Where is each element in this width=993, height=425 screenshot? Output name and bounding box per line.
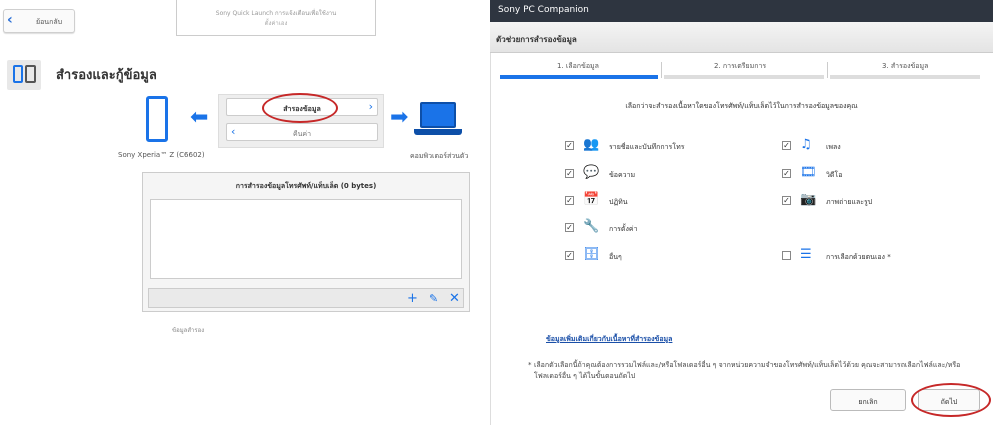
cutoff-text: ข้อมูลสำรอง (172, 327, 205, 334)
computer-label: คอมพิวเตอร์ส่วนตัว (410, 152, 469, 160)
checkbox[interactable]: ✓ (565, 141, 574, 150)
back-button-label: ย้อนกลับ (36, 18, 63, 26)
checkbox[interactable]: ✓ (565, 251, 574, 260)
calendar-icon: 📅 (583, 192, 600, 207)
step-1-label: 1. เลือกข้อมูล (557, 62, 599, 70)
database-icon: 🗄 (583, 247, 600, 262)
back-button[interactable]: ‹ ย้อนกลับ (3, 9, 75, 33)
restore-button[interactable]: ‹ คืนค่า (226, 123, 378, 141)
item-label: ข้อความ (609, 171, 636, 179)
delete-icon[interactable]: ✕ (449, 291, 460, 306)
chevron-left-icon: ‹ (7, 12, 13, 28)
wizard-header: ตัวช่วยการสำรองข้อมูล (490, 22, 993, 53)
checkbox[interactable]: ✓ (782, 169, 791, 178)
message-icon: 💬 (583, 165, 600, 180)
cancel-button[interactable]: ยกเลิก (830, 389, 906, 411)
backup-list-box: การสำรองข้อมูลโทรศัพท์/แท็บเล็ต (0 bytes… (142, 172, 470, 312)
contacts-icon: 👥 (583, 137, 600, 152)
step-2-label: 2. การเตรียมการ (714, 62, 767, 70)
item-label: ปฏิทิน (609, 198, 628, 206)
edit-icon[interactable]: ✎ (429, 292, 438, 305)
step-1-bar (500, 75, 658, 79)
checkbox[interactable]: ✓ (565, 223, 574, 232)
wrench-icon: 🔧 (583, 219, 600, 234)
laptop-icon (420, 102, 456, 128)
quick-launch-text: Sony Quick Launch การแจ้งเตือนเพื่อใช้งา… (215, 10, 337, 17)
highlight-circle (262, 93, 338, 123)
step-2-bar (664, 75, 824, 79)
left-panel: ‹ ย้อนกลับ Sony Quick Launch การแจ้งเตือ… (0, 0, 490, 425)
item-label: เพลง (826, 143, 841, 151)
step-3-bar (830, 75, 980, 79)
section-title: สำรองและกู้ข้อมูล (56, 68, 157, 83)
laptop-base (414, 129, 462, 135)
backup-list-header: การสำรองข้อมูลโทรศัพท์/แท็บเล็ต (0 bytes… (235, 182, 377, 190)
item-label: อื่นๆ (609, 253, 622, 261)
backup-restore-icon (7, 60, 41, 90)
phone-icon (146, 96, 168, 142)
checkbox[interactable]: ✓ (782, 141, 791, 150)
item-label: ภาพถ่ายและรูป (826, 198, 873, 206)
chevron-right-icon: › (368, 100, 373, 113)
wizard-title: ตัวช่วยการสำรองข้อมูล (496, 35, 577, 44)
footnote-text: เลือกตัวเลือกนี้ถ้าคุณต้องการรวมไฟล์และ/… (534, 361, 961, 380)
highlight-circle (911, 383, 991, 417)
list-toolbar: + ✎ ✕ (148, 288, 464, 308)
film-icon: 🎞 (800, 165, 817, 180)
window-title: Sony PC Companion (498, 5, 589, 15)
phone-label: Sony Xperia™ Z (C6602) (118, 151, 205, 159)
list-icon: ☰ (800, 247, 812, 262)
item-label: รายชื่อและบันทึกการโทร (609, 143, 685, 151)
more-info-link[interactable]: ข้อมูลเพิ่มเติมเกี่ยวกับเนื้อหาที่สำรองข… (546, 334, 672, 345)
arrow-right-icon: ➡ (390, 105, 409, 130)
item-label: วิดีโอ (826, 171, 843, 179)
backup-list[interactable] (150, 199, 462, 279)
checkbox[interactable] (782, 251, 791, 260)
item-label: การเลือกด้วยตนเอง * (826, 253, 891, 261)
footnote: * เลือกตัวเลือกนี้ถ้าคุณต้องการรวมไฟล์แล… (528, 360, 974, 382)
arrow-left-icon: ⬅ (190, 105, 209, 130)
restore-button-label: คืนค่า (292, 130, 312, 138)
quick-launch-subtext: ตั้งค่าเอง (264, 20, 288, 27)
add-icon[interactable]: + (407, 291, 418, 306)
music-icon: ♫ (800, 137, 812, 152)
quick-launch-box: Sony Quick Launch การแจ้งเตือนเพื่อใช้งา… (176, 0, 376, 36)
item-label: การตั้งค่า (609, 225, 638, 233)
checkbox[interactable]: ✓ (565, 196, 574, 205)
step-divider (827, 62, 828, 78)
step-3-label: 3. สำรองข้อมูล (882, 62, 929, 70)
footnote-star: * (528, 361, 532, 369)
step-divider (661, 62, 662, 78)
instruction-text: เลือกว่าจะสำรองเนื้อหาใดของโทรศัพท์/แท็บ… (625, 102, 858, 110)
window-titlebar: Sony PC Companion (490, 0, 993, 22)
camera-icon: 📷 (800, 192, 817, 207)
cancel-button-label: ยกเลิก (858, 398, 878, 406)
checkbox[interactable]: ✓ (782, 196, 791, 205)
checkbox[interactable]: ✓ (565, 169, 574, 178)
